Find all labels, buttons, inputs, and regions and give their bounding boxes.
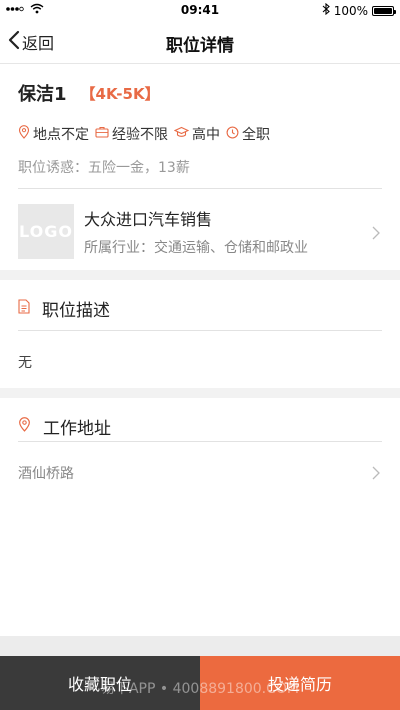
- company-logo: LOGO: [18, 204, 74, 259]
- tag-education: 高中: [173, 124, 220, 144]
- address-content: 酒仙桥路: [18, 466, 74, 482]
- job-tags: 地点不定 经验不限 高中 全职: [18, 124, 276, 144]
- job-title-row: 保洁1 【4K-5K】: [18, 80, 160, 106]
- page-title: 职位详情: [166, 36, 234, 56]
- job-benefits: 职位诱惑：五险一金，13薪: [18, 160, 190, 176]
- location-icon: [18, 416, 43, 437]
- description-section: 职位描述 无: [0, 280, 400, 388]
- divider: [18, 441, 382, 442]
- status-right: 100%: [322, 2, 396, 18]
- divider: [18, 188, 382, 189]
- apply-button[interactable]: 投递简历: [200, 656, 400, 710]
- tag-label: 地点不定: [33, 127, 89, 143]
- graduation-cap-icon: [173, 126, 192, 142]
- chevron-right-icon: [372, 465, 380, 484]
- battery-icon: [372, 5, 396, 16]
- chevron-right-icon: [372, 225, 380, 244]
- address-row[interactable]: 酒仙桥路: [18, 454, 382, 490]
- tag-label: 全职: [242, 127, 270, 143]
- footer-band: [0, 636, 400, 656]
- job-summary-card: 保洁1 【4K-5K】 地点不定 经验不限 高中 全职 职位诱惑：五险一金，13…: [0, 64, 400, 270]
- company-card[interactable]: LOGO 大众进口汽车销售 所属行业：交通运输、仓储和邮政业: [18, 204, 382, 260]
- job-salary: 【4K-5K】: [80, 84, 160, 103]
- tag-type: 全职: [226, 124, 270, 144]
- address-heading-row: 工作地址: [18, 414, 111, 439]
- description-content: 无: [18, 355, 32, 371]
- favorite-job-button[interactable]: 收藏职位: [0, 656, 200, 710]
- tag-label: 高中: [192, 127, 220, 143]
- nav-bar: 返回 职位详情: [0, 20, 400, 64]
- document-icon: [18, 298, 42, 319]
- battery-percent: 100%: [333, 3, 368, 18]
- location-icon: [18, 125, 33, 143]
- clock-icon: [226, 126, 242, 143]
- bottom-action-bar: 收藏职位 投递简历: [0, 656, 400, 710]
- tag-experience: 经验不限: [95, 124, 168, 144]
- address-heading: 工作地址: [43, 419, 111, 439]
- tag-location: 地点不定: [18, 124, 89, 144]
- status-bar: 09:41 100%: [0, 0, 400, 20]
- description-heading-row: 职位描述: [18, 296, 110, 321]
- company-name: 大众进口汽车销售: [84, 210, 213, 229]
- job-title: 保洁1: [18, 84, 67, 105]
- address-section: 工作地址 酒仙桥路: [0, 398, 400, 636]
- description-heading: 职位描述: [42, 301, 110, 321]
- bluetooth-icon: [322, 2, 330, 18]
- company-industry: 所属行业：交通运输、仓储和邮政业: [84, 240, 308, 256]
- divider: [18, 330, 382, 331]
- tag-label: 经验不限: [112, 127, 168, 143]
- briefcase-icon: [95, 126, 112, 142]
